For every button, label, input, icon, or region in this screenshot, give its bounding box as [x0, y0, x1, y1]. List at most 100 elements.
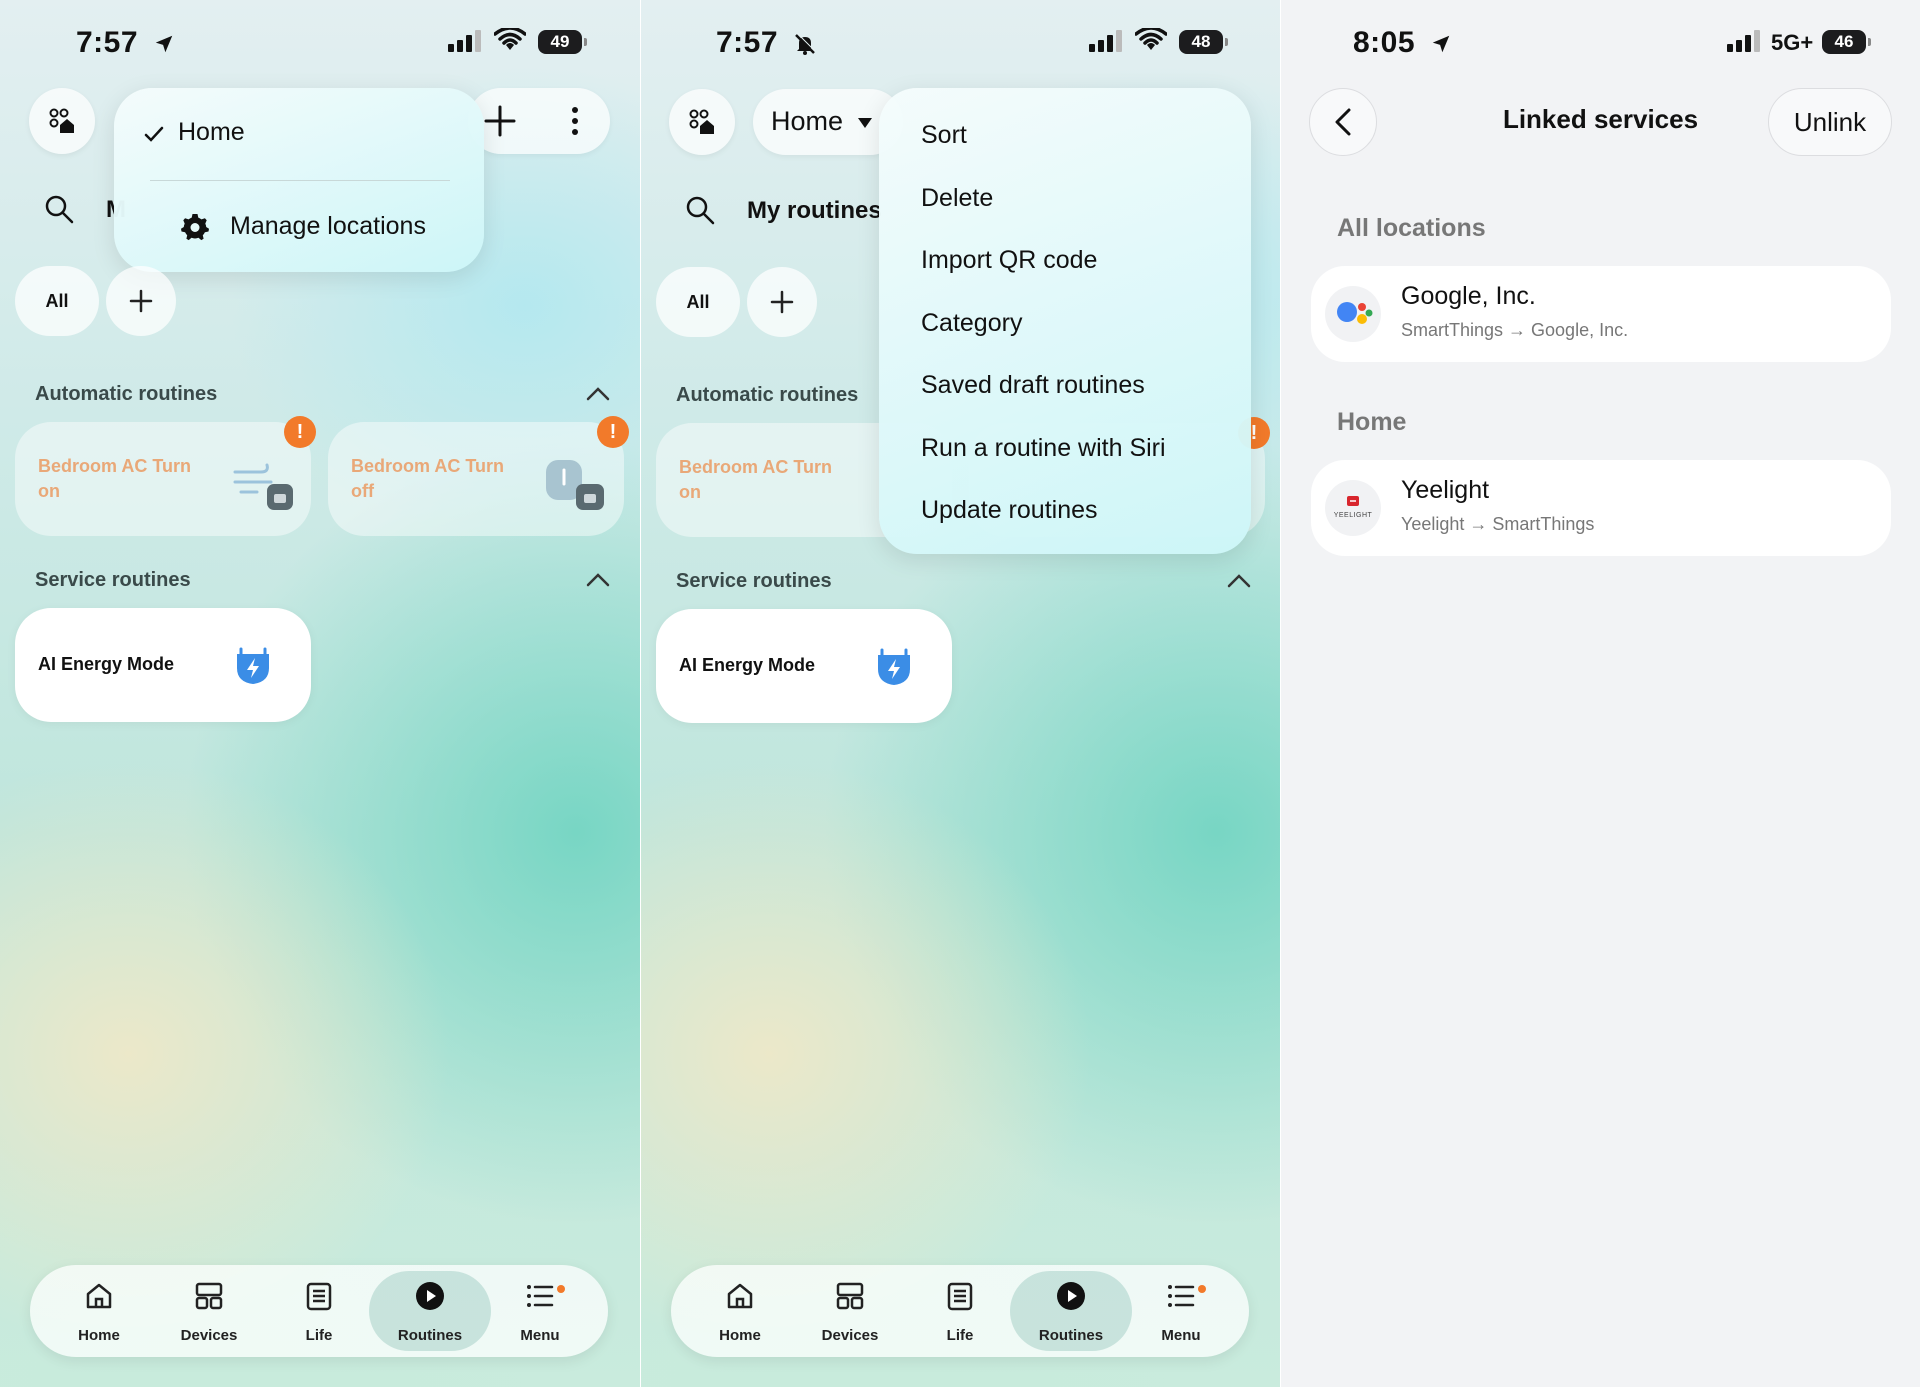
cellular-signal-icon [1089, 30, 1122, 52]
section-title-home: Home [1337, 408, 1407, 436]
status-time: 8:05 [1353, 26, 1416, 59]
automatic-routines-title: Automatic routines [35, 383, 218, 405]
page-title: My routines [747, 197, 882, 224]
menu-icon [527, 1285, 554, 1307]
manage-locations-item[interactable]: Manage locations [230, 212, 426, 241]
network-type: 5G+ [1771, 30, 1814, 55]
life-icon [306, 1282, 332, 1311]
checkmark-icon [144, 126, 164, 142]
menu-item-siri[interactable]: Run a routine with Siri [921, 434, 1166, 463]
filter-all-chip[interactable]: All [656, 267, 740, 337]
bell-muted-icon [795, 33, 816, 56]
service-flow: Yeelight → SmartThings [1401, 514, 1595, 534]
cellular-signal-icon [448, 30, 481, 52]
search-icon[interactable] [44, 194, 74, 224]
bottom-navigation: Home Devices Life Routines Menu [30, 1265, 608, 1357]
play-icon [1057, 1282, 1085, 1310]
service-name: Google, Inc. [1401, 282, 1536, 310]
chevron-up-icon[interactable] [1227, 573, 1251, 589]
service-name: Yeelight [1401, 476, 1490, 504]
nav-routines[interactable]: Routines [1016, 1265, 1126, 1357]
energy-shield-icon [878, 648, 910, 685]
battery-indicator: 46 [1822, 30, 1871, 54]
chevron-up-icon[interactable] [586, 572, 610, 588]
add-category-chip[interactable] [106, 266, 176, 336]
chevron-up-icon[interactable] [586, 386, 610, 402]
routine-card-ac-off[interactable]: Bedroom AC Turn off [328, 422, 624, 536]
unlink-button[interactable]: Unlink [1768, 88, 1892, 156]
play-icon [416, 1282, 444, 1310]
ac-wind-lock-icon [233, 463, 293, 510]
notification-dot [1198, 1285, 1206, 1293]
nav-life[interactable]: Life [264, 1265, 374, 1357]
status-time: 7:57 [716, 26, 779, 59]
routine-card-ai-energy[interactable]: AI Energy Mode [656, 609, 952, 723]
menu-item-sort[interactable]: Sort [921, 121, 967, 150]
add-icon[interactable] [484, 105, 516, 137]
panel-routines-location-menu: 7:57 49 M Home Manage locations All Auto… [0, 0, 640, 1387]
panel-linked-services: 8:05 5G+ 46 Linked services Unlink All l… [1281, 0, 1920, 1387]
top-actions-pill [468, 88, 610, 154]
home-icon [86, 1283, 112, 1309]
yeelight-logo-icon: YEELIGHT [1325, 480, 1381, 536]
menu-icon [1168, 1285, 1195, 1307]
automatic-routines-title: Automatic routines [676, 384, 859, 406]
nav-home[interactable]: Home [44, 1265, 154, 1357]
routine-card-ac-on[interactable]: Bedroom AC Turn on [15, 422, 311, 536]
notification-dot [557, 1285, 565, 1293]
wifi-icon [494, 28, 526, 50]
menu-item-import-qr[interactable]: Import QR code [921, 246, 1097, 275]
menu-item-update[interactable]: Update routines [921, 496, 1098, 525]
status-time: 7:57 [76, 26, 139, 59]
menu-item-delete[interactable]: Delete [921, 184, 993, 213]
service-yeelight[interactable]: YEELIGHT Yeelight Yeelight → SmartThings [1311, 460, 1891, 556]
add-category-chip[interactable] [747, 267, 817, 337]
location-dropdown-menu: Home Manage locations [114, 88, 484, 272]
nav-routines[interactable]: Routines [375, 1265, 485, 1357]
menu-item-saved-drafts[interactable]: Saved draft routines [921, 371, 1145, 400]
location-option-home[interactable]: Home [178, 118, 245, 147]
devices-icon [836, 1282, 864, 1310]
search-icon[interactable] [685, 195, 715, 225]
nav-menu[interactable]: Menu [485, 1265, 595, 1357]
devices-icon [195, 1282, 223, 1310]
gear-icon [181, 214, 209, 241]
service-flow: SmartThings → Google, Inc. [1401, 320, 1629, 340]
menu-divider [150, 180, 450, 181]
nav-life[interactable]: Life [905, 1265, 1015, 1357]
wifi-icon [1135, 28, 1167, 50]
status-bar: 7:57 48 [641, 0, 1280, 86]
home-devices-button[interactable] [29, 88, 95, 154]
location-arrow-icon [155, 35, 173, 53]
service-routines-title: Service routines [676, 570, 832, 592]
nav-devices[interactable]: Devices [154, 1265, 264, 1357]
nav-menu[interactable]: Menu [1126, 1265, 1236, 1357]
energy-shield-icon [237, 647, 269, 684]
menu-item-category[interactable]: Category [921, 309, 1022, 338]
service-routines-title: Service routines [35, 569, 191, 591]
nav-devices[interactable]: Devices [795, 1265, 905, 1357]
smart-home-icon [689, 109, 714, 134]
more-options-icon[interactable] [569, 105, 581, 137]
status-bar: 8:05 5G+ 46 [1281, 0, 1920, 86]
ac-plug-lock-icon [546, 460, 604, 510]
smart-home-icon [49, 108, 74, 133]
status-bar: 7:57 49 [0, 0, 640, 86]
routine-label: AI Energy Mode [38, 654, 175, 674]
panel-routines-more-menu: 7:57 48 Home My routines All Automatic r… [641, 0, 1280, 1387]
add-icon [129, 289, 153, 313]
routine-card-ai-energy[interactable]: AI Energy Mode [15, 608, 311, 722]
routine-label: Bedroom AC Turn on [679, 457, 832, 502]
life-icon [947, 1282, 973, 1311]
location-arrow-icon [1432, 35, 1450, 53]
home-devices-button[interactable] [669, 89, 735, 155]
section-title-all-locations: All locations [1337, 214, 1486, 242]
caret-down-icon [858, 118, 872, 128]
filter-all-chip[interactable]: All [15, 266, 99, 336]
bottom-navigation: Home Devices Life Routines Menu [671, 1265, 1249, 1357]
more-options-menu: Sort Delete Import QR code Category Save… [879, 88, 1251, 554]
routine-label: Bedroom AC Turn on [38, 456, 191, 501]
nav-home[interactable]: Home [685, 1265, 795, 1357]
service-google[interactable]: Google, Inc. SmartThings → Google, Inc. [1311, 266, 1891, 362]
yeelight-logo-text: YEELIGHT [1333, 512, 1373, 519]
